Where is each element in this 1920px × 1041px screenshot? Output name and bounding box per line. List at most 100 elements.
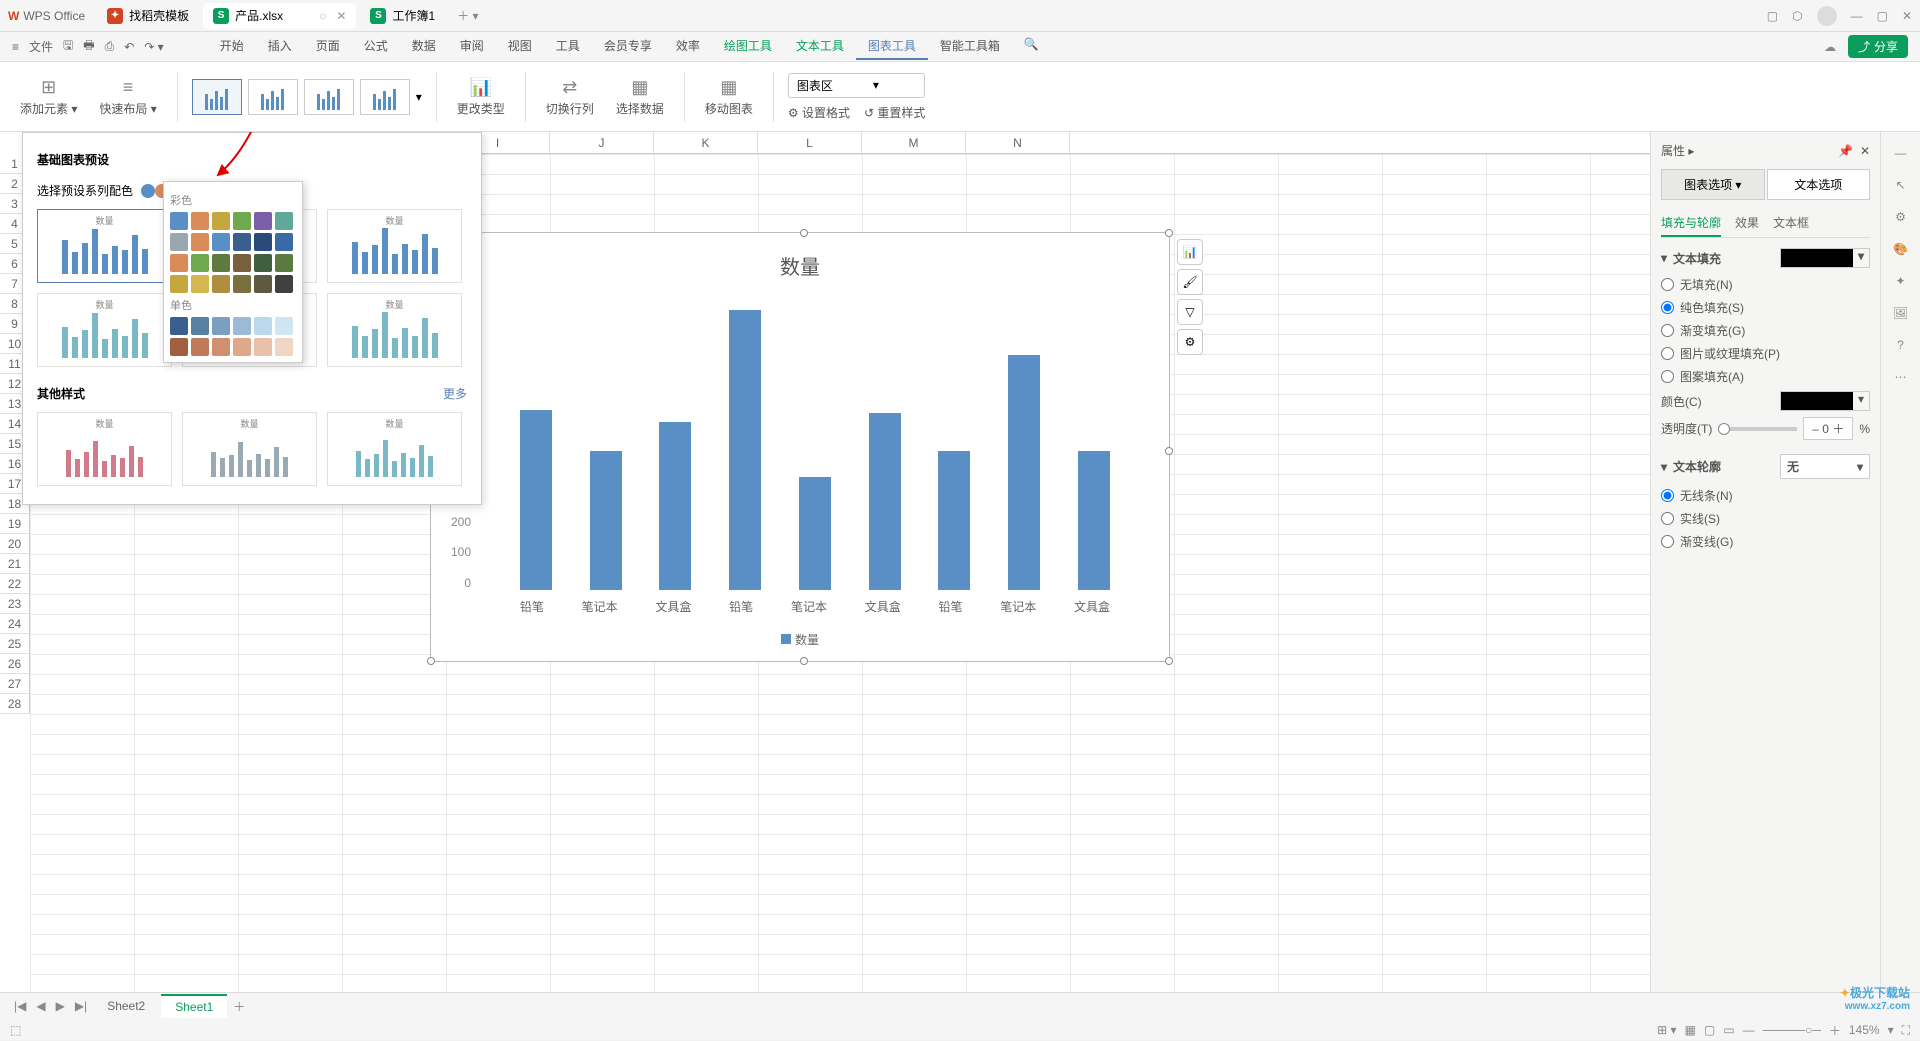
zoom-in[interactable]: ＋ xyxy=(1829,1022,1841,1039)
opt-fill-grad[interactable]: 渐变填充(G) xyxy=(1661,322,1870,339)
palette-icon[interactable]: 🎨 xyxy=(1893,242,1908,256)
chart-type-icon[interactable]: 📊 xyxy=(1177,239,1203,265)
other-preset-card[interactable]: 数量 xyxy=(327,412,462,486)
subtab-fill[interactable]: 填充与轮廓 xyxy=(1661,210,1721,237)
tab-text-options[interactable]: 文本选项 xyxy=(1767,169,1871,200)
undo-icon[interactable]: ↶ xyxy=(124,40,134,54)
cloud-icon[interactable]: ☁ xyxy=(1824,40,1836,54)
sheet-tab-2[interactable]: Sheet2 xyxy=(93,995,159,1017)
save-icon[interactable]: 🖫 xyxy=(63,36,73,57)
hamburger-icon[interactable]: ≡ xyxy=(12,40,19,54)
chart-area-select[interactable]: 图表区▾ xyxy=(788,73,926,98)
menu-formula[interactable]: 公式 xyxy=(352,33,400,60)
palette-row[interactable] xyxy=(170,317,296,335)
menu-smart-tools[interactable]: 智能工具箱 xyxy=(928,33,1012,60)
menu-efficiency[interactable]: 效率 xyxy=(664,33,712,60)
tab-workbook1[interactable]: S工作簿1 xyxy=(360,3,445,29)
palette-row[interactable] xyxy=(170,254,296,272)
tab-add-button[interactable]: ＋ ▾ xyxy=(449,7,486,24)
opt-line-grad[interactable]: 渐变线(G) xyxy=(1661,533,1870,550)
maximize-icon[interactable]: ▢ xyxy=(1877,9,1888,23)
preview-icon[interactable]: ⎙ xyxy=(105,39,115,54)
palette-row[interactable] xyxy=(170,233,296,251)
palette-row[interactable] xyxy=(170,275,296,293)
fill-swatch[interactable]: ▾ xyxy=(1780,248,1870,268)
subtab-textbox[interactable]: 文本框 xyxy=(1773,210,1809,237)
menu-insert[interactable]: 插入 xyxy=(256,33,304,60)
opt-fill-solid[interactable]: 纯色填充(S) xyxy=(1661,299,1870,316)
opt-fill-pat[interactable]: 图案填充(A) xyxy=(1661,368,1870,385)
spreadsheet-grid[interactable]: EFGHIJKLMN 12345678910111213141516171819… xyxy=(0,132,1650,992)
quick-layout-button[interactable]: ≡快速布局 ▾ xyxy=(93,77,162,117)
opt-line-none[interactable]: 无线条(N) xyxy=(1661,487,1870,504)
sheet-nav-next[interactable]: ▶ xyxy=(52,999,69,1013)
fullscreen-icon[interactable]: ⛶ xyxy=(1902,1023,1910,1038)
more-link[interactable]: 更多 xyxy=(443,385,467,402)
palette-row[interactable] xyxy=(170,212,296,230)
settings-icon[interactable]: ⚙ xyxy=(1895,210,1906,224)
brush-icon[interactable]: 🖌 xyxy=(1177,269,1203,295)
filter-icon[interactable]: ▽ xyxy=(1177,299,1203,325)
set-format-button[interactable]: ⚙ 设置格式 xyxy=(788,104,850,121)
menu-page[interactable]: 页面 xyxy=(304,33,352,60)
print-icon[interactable]: 🖶 xyxy=(83,36,94,57)
preset-card[interactable]: 数量 xyxy=(37,209,172,283)
sheet-tab-1[interactable]: Sheet1 xyxy=(161,994,227,1018)
select-data-button[interactable]: ▦选择数据 xyxy=(610,77,670,117)
more-icon[interactable]: ⋯ xyxy=(1895,370,1907,384)
tab-chart-options[interactable]: 图表选项 ▾ xyxy=(1661,169,1765,200)
cube-icon[interactable]: ⬡ xyxy=(1792,9,1802,23)
sheet-nav-first[interactable]: |◀ xyxy=(10,999,30,1013)
search-icon[interactable]: 🔍 xyxy=(1012,33,1051,60)
menu-member[interactable]: 会员专享 xyxy=(592,33,664,60)
gear-icon[interactable]: ⚙ xyxy=(1177,329,1203,355)
minimize-icon[interactable]: — xyxy=(1851,9,1863,23)
outline-select[interactable]: 无▾ xyxy=(1780,454,1870,479)
sheet-nav-prev[interactable]: ◀ xyxy=(32,999,49,1013)
close-window-icon[interactable]: ✕ xyxy=(1902,9,1912,23)
menu-start[interactable]: 开始 xyxy=(208,33,256,60)
pin-icon[interactable]: 📌 xyxy=(1838,144,1853,158)
preset-card[interactable]: 数量 xyxy=(327,209,462,283)
menu-draw-tools[interactable]: 绘图工具 xyxy=(712,33,784,60)
embedded-chart[interactable]: 数量 9008007006005004003002001000 铅笔笔记本文具盒… xyxy=(430,232,1170,662)
opt-fill-pic[interactable]: 图片或纹理填充(P) xyxy=(1661,345,1870,362)
sheet-add[interactable]: ＋ xyxy=(229,998,249,1015)
chart-title[interactable]: 数量 xyxy=(431,251,1169,280)
close-icon[interactable]: ✕ xyxy=(336,9,346,23)
switch-rc-button[interactable]: ⇄切换行列 xyxy=(540,77,600,117)
menu-chart-tools[interactable]: 图表工具 xyxy=(856,33,928,60)
color-swatch[interactable]: ▾ xyxy=(1780,391,1870,411)
help-icon[interactable]: ? xyxy=(1897,338,1904,352)
close-icon[interactable]: ✕ xyxy=(1860,144,1870,158)
view-read-icon[interactable]: ▭ xyxy=(1723,1023,1734,1037)
tab-template[interactable]: ✦找稻壳模板 xyxy=(97,3,199,29)
menu-review[interactable]: 审阅 xyxy=(448,33,496,60)
avatar[interactable] xyxy=(1817,6,1837,26)
zoom-value[interactable]: 145% xyxy=(1849,1023,1880,1037)
tab-menu-icon[interactable]: ○ xyxy=(319,9,326,23)
section-text-fill[interactable]: 文本填充 xyxy=(1673,250,1721,267)
opt-fill-none[interactable]: 无填充(N) xyxy=(1661,276,1870,293)
sparkle-icon[interactable]: ✦ xyxy=(1895,274,1905,288)
zoom-out[interactable]: — xyxy=(1743,1023,1755,1037)
preset-card[interactable]: 数量 xyxy=(327,293,462,367)
share-button[interactable]: ⤴ 分享 xyxy=(1848,35,1908,58)
menu-data[interactable]: 数据 xyxy=(400,33,448,60)
cursor-icon[interactable]: ↖ xyxy=(1895,178,1905,192)
preset-1[interactable] xyxy=(192,79,242,115)
opt-line-solid[interactable]: 实线(S) xyxy=(1661,510,1870,527)
other-preset-card[interactable]: 数量 xyxy=(182,412,317,486)
view-grid-icon[interactable]: ▦ xyxy=(1685,1023,1696,1037)
palette-row[interactable] xyxy=(170,338,296,356)
collapse-icon[interactable]: — xyxy=(1895,146,1907,160)
image-icon[interactable]: 🖼 xyxy=(1893,306,1908,320)
change-type-button[interactable]: 📊更改类型 xyxy=(451,77,511,117)
preset-more[interactable]: ▾ xyxy=(416,90,422,104)
preset-3[interactable] xyxy=(304,79,354,115)
other-preset-card[interactable]: 数量 xyxy=(37,412,172,486)
window-icon[interactable]: ▢ xyxy=(1767,9,1778,23)
opacity-input[interactable]: ‒ 0 ＋ xyxy=(1803,417,1853,440)
subtab-effect[interactable]: 效果 xyxy=(1735,210,1759,237)
preset-card[interactable]: 数量 xyxy=(37,293,172,367)
